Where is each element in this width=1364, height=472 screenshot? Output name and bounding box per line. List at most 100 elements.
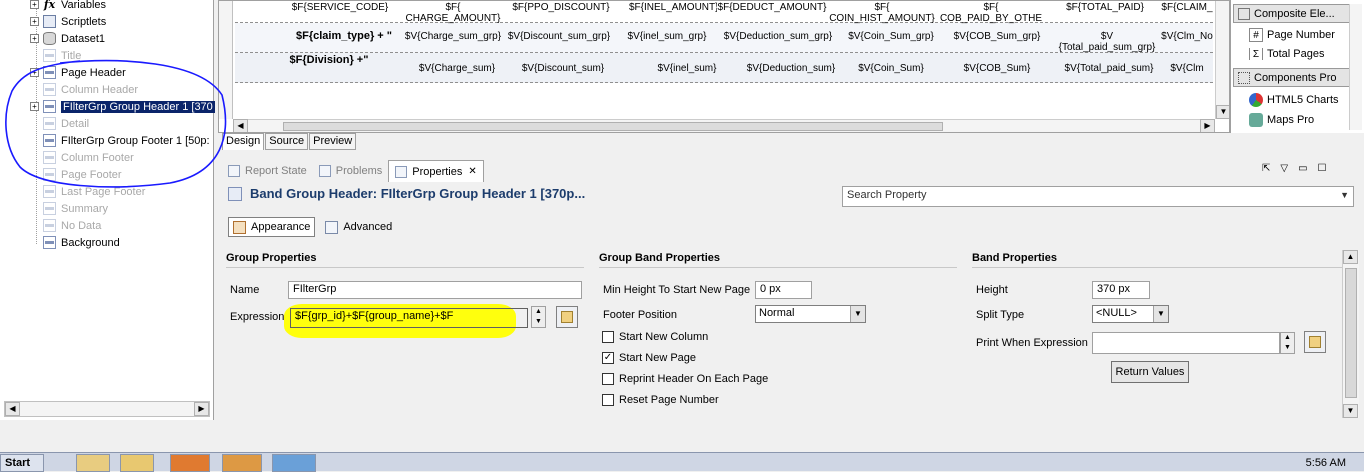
tab-advanced[interactable]: Advanced	[321, 217, 396, 237]
scroll-left-icon[interactable]: ◀	[233, 119, 248, 132]
outline-item[interactable]: No Data	[30, 217, 101, 234]
checkbox-checked-icon[interactable]: ✓	[602, 352, 614, 364]
view-menu-icon[interactable]: ▽	[1280, 163, 1288, 174]
outline-item[interactable]: Column Footer	[30, 149, 134, 166]
scroll-down-icon[interactable]: ▼	[1343, 404, 1358, 418]
variable-cell[interactable]: $V{inel_sum}	[643, 63, 731, 74]
group-label-cell[interactable]: $F{Division} +"	[279, 55, 379, 66]
tab-design[interactable]: Design	[222, 133, 265, 150]
scroll-thumb[interactable]	[1345, 268, 1357, 398]
expand-icon[interactable]: +	[30, 0, 39, 9]
field-cell[interactable]: $F{ COB_PAID_BY_OTHE	[937, 2, 1045, 24]
variable-cell[interactable]: $V{Charge_sum}	[415, 63, 499, 74]
variable-cell[interactable]: $V{Discount_sum}	[507, 63, 619, 74]
footer-position-select[interactable]: Normal ▼	[755, 305, 866, 323]
checkbox-row[interactable]: ✓ Start New Page	[602, 352, 696, 364]
firefox-icon[interactable]	[170, 454, 210, 472]
variable-cell[interactable]: $V{Clm	[1159, 63, 1215, 74]
palette-item-total-pages[interactable]: Σ Total Pages	[1249, 48, 1324, 60]
report-designer-canvas[interactable]: $F{SERVICE_CODE} $F{ CHARGE_AMOUNT} $F{PPO…	[218, 0, 1230, 133]
outline-horizontal-scrollbar[interactable]: ◀ ▶	[4, 401, 210, 417]
tab-problems[interactable]: Problems	[313, 160, 388, 182]
outline-item[interactable]: Column Header	[30, 81, 138, 98]
outline-item[interactable]: Title	[30, 47, 81, 64]
expand-icon[interactable]: +	[30, 17, 39, 26]
variable-cell[interactable]: $V{Discount_sum_grp}	[507, 31, 611, 42]
variable-cell[interactable]: $V{Clm_No	[1159, 31, 1215, 42]
expression-field[interactable]: $F{grp_id}+$F{group_name}+$F	[290, 308, 528, 328]
scroll-right-icon[interactable]: ▶	[194, 402, 209, 416]
scroll-right-icon[interactable]: ▶	[1200, 119, 1215, 132]
checkbox-icon[interactable]	[602, 373, 614, 385]
field-cell[interactable]: $F{TOTAL_PAID}	[1055, 2, 1155, 13]
outline-item[interactable]: + FIlterGrp Group Header 1 [370	[30, 98, 215, 115]
palette-category-components-pro[interactable]: Components Pro	[1233, 68, 1359, 87]
expand-icon[interactable]: +	[30, 68, 39, 77]
designer-vertical-scrollbar[interactable]: ▼	[1215, 1, 1229, 119]
variable-cell[interactable]: $V{Deduction_sum_grp}	[719, 31, 837, 42]
field-cell[interactable]: $F{SERVICE_CODE}	[285, 2, 395, 13]
scroll-up-icon[interactable]: ▲	[1343, 250, 1358, 264]
outline-item[interactable]: + Page Header	[30, 64, 126, 81]
tab-preview[interactable]: Preview	[309, 133, 357, 150]
chevron-down-icon[interactable]: ▼	[1340, 190, 1349, 200]
expand-icon[interactable]: +	[30, 102, 39, 111]
variable-cell[interactable]: $V{Deduction_sum}	[739, 63, 843, 74]
tab-appearance[interactable]: Appearance	[228, 217, 316, 237]
variable-cell[interactable]: $V{Coin_Sum}	[839, 63, 943, 74]
tab-source[interactable]: Source	[265, 133, 309, 150]
field-cell[interactable]: $F{CLAIM_	[1159, 2, 1215, 13]
outline-item[interactable]: Summary	[30, 200, 108, 217]
variable-cell[interactable]: $V{Total_paid_sum}	[1055, 63, 1163, 74]
outline-item[interactable]: FIlterGrp Group Footer 1 [50p:	[30, 132, 210, 149]
checkbox-row[interactable]: Reset Page Number	[602, 394, 719, 406]
outline-item[interactable]: Page Footer	[30, 166, 122, 183]
expand-icon[interactable]: +	[30, 34, 39, 43]
field-cell[interactable]: $F{ COIN_HIST_AMOUNT}	[827, 2, 937, 24]
palette-scrollbar[interactable]	[1349, 4, 1362, 130]
field-cell[interactable]: $F{INEL_AMOUNT}	[629, 2, 717, 13]
outline-item[interactable]: + Dataset1	[30, 30, 105, 47]
variable-cell[interactable]: $V{Charge_sum_grp}	[403, 31, 503, 42]
variable-cell[interactable]: $V{inel_sum_grp}	[615, 31, 719, 42]
print-when-editor-button[interactable]	[1304, 331, 1326, 353]
checkbox-icon[interactable]	[602, 331, 614, 343]
palette-item-html5-charts[interactable]: HTML5 Charts	[1249, 91, 1339, 109]
field-cell[interactable]: $F{ CHARGE_AMOUNT}	[401, 2, 505, 24]
start-button[interactable]: Start	[0, 454, 44, 472]
outline-item[interactable]: + fx Variables	[30, 0, 106, 13]
folder-icon[interactable]	[76, 454, 110, 472]
return-values-button[interactable]: Return Values	[1111, 361, 1189, 383]
palette-item-page-number[interactable]: # Page Number	[1249, 26, 1335, 44]
tab-properties[interactable]: Properties ✕	[388, 160, 484, 182]
outline-item[interactable]: Last Page Footer	[30, 183, 145, 200]
jaspersoft-icon[interactable]	[272, 454, 316, 472]
variable-cell[interactable]: $V {Total_paid_sum_grp}	[1055, 31, 1159, 53]
variable-cell[interactable]: $V{COB_Sum}	[945, 63, 1049, 74]
split-type-select[interactable]: <NULL> ▼	[1092, 305, 1169, 323]
scroll-down-icon[interactable]: ▼	[1216, 105, 1229, 119]
field-cell[interactable]: $F{DEDUCT_AMOUNT}	[717, 2, 827, 13]
pin-icon[interactable]: ⇱	[1262, 163, 1270, 174]
min-height-field[interactable]: 0 px	[755, 281, 812, 299]
print-when-field[interactable]	[1092, 332, 1280, 354]
designer-horizontal-scrollbar[interactable]: ◀ ▶	[233, 119, 1215, 132]
height-field[interactable]: 370 px	[1092, 281, 1150, 299]
print-when-spinner[interactable]: ▲ ▼	[1280, 332, 1295, 354]
scroll-thumb[interactable]	[283, 122, 943, 131]
checkbox-row[interactable]: Start New Column	[602, 331, 708, 343]
checkbox-icon[interactable]	[602, 394, 614, 406]
group-label-cell[interactable]: $F{claim_type} + "	[279, 31, 409, 42]
outline-item[interactable]: Detail	[30, 115, 89, 132]
expression-editor-button[interactable]	[556, 306, 578, 328]
properties-vertical-scrollbar[interactable]: ▲ ▼	[1342, 250, 1359, 418]
maximize-icon[interactable]: ☐	[1318, 163, 1327, 174]
outline-item[interactable]: + Scriptlets	[30, 13, 106, 30]
checkbox-row[interactable]: Reprint Header On Each Page	[602, 373, 768, 385]
scroll-left-icon[interactable]: ◀	[5, 402, 20, 416]
close-icon[interactable]: ✕	[468, 166, 476, 177]
palette-item-maps-pro[interactable]: Maps Pro	[1249, 113, 1314, 127]
database-icon[interactable]	[120, 454, 154, 472]
variable-cell[interactable]: $V{COB_Sum_grp}	[945, 31, 1049, 42]
search-property-input[interactable]: Search Property ▼	[842, 186, 1354, 207]
